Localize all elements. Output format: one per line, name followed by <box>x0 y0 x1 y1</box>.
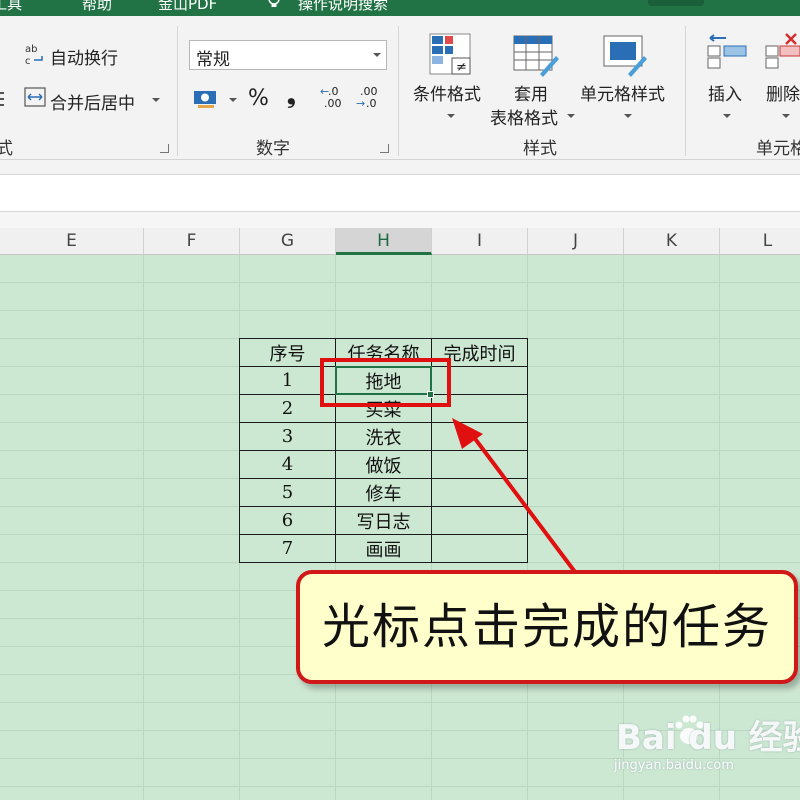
annotation-callout: 光标点击完成的任务 <box>296 570 798 684</box>
callout-text: 光标点击完成的任务 <box>321 599 772 655</box>
watermark: Bai du 经验 jingyan.baidu.com <box>612 710 800 790</box>
watermark-logo: Bai du 经验 <box>616 718 800 758</box>
watermark-url: jingyan.baidu.com <box>614 758 734 773</box>
